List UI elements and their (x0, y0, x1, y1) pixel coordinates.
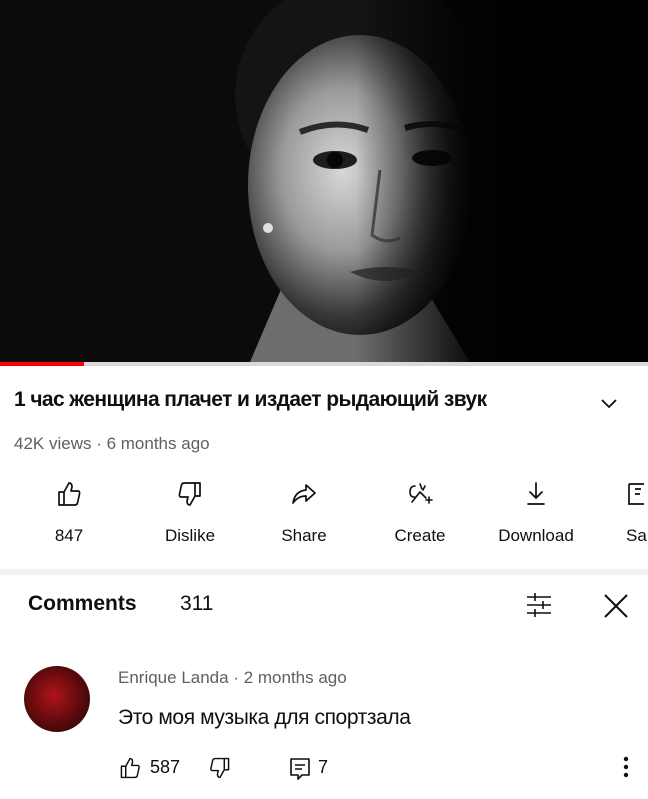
save-icon (628, 483, 644, 505)
like-count: 847 (54, 526, 84, 545)
save-button[interactable]: Sa (626, 474, 648, 554)
close-icon[interactable] (600, 590, 632, 622)
avatar[interactable] (24, 666, 90, 732)
video-title[interactable]: 1 час женщина плачет и издает рыдающий з… (14, 388, 584, 412)
create-icon (409, 483, 433, 504)
comments-count: 311 (180, 592, 214, 615)
thumbs-down-icon (178, 482, 201, 506)
comment-like-icon[interactable] (118, 756, 142, 780)
video-thumbnail (0, 0, 648, 362)
download-icon (527, 482, 545, 505)
chevron-down-icon[interactable] (598, 392, 620, 414)
dislike-button[interactable]: Dislike (150, 474, 230, 554)
comment-reply-count: 7 (318, 757, 329, 777)
share-icon (292, 484, 316, 504)
share-button[interactable]: Share (264, 474, 344, 554)
thumbs-up-icon (58, 482, 81, 506)
save-label: Sa (626, 526, 647, 545)
share-label: Share (281, 526, 327, 545)
comments-heading: Comments (28, 592, 137, 615)
video-meta: 42K views · 6 months ago (14, 434, 210, 453)
download-label: Download (498, 526, 574, 545)
reply-icon[interactable] (288, 756, 312, 780)
comment-dislike-icon[interactable] (208, 756, 232, 780)
comment-like-count: 587 (150, 757, 181, 777)
create-label: Create (394, 526, 446, 545)
comment-author-meta[interactable]: Enrique Landa · 2 months ago (118, 668, 347, 688)
section-divider (0, 569, 648, 575)
like-button[interactable]: 847 (44, 474, 94, 554)
video-progress-fill (0, 362, 85, 366)
sort-icon[interactable] (524, 590, 554, 620)
video-player[interactable] (0, 0, 648, 362)
video-progress-bar[interactable] (0, 362, 648, 366)
action-row: 847 Dislike Share Create Download Sa (0, 474, 648, 554)
comment-text: Это моя музыка для спортзала (118, 706, 411, 729)
download-button[interactable]: Download (484, 474, 588, 554)
create-button[interactable]: Create (380, 474, 460, 554)
more-vert-icon[interactable] (614, 752, 638, 782)
dislike-label: Dislike (164, 526, 216, 545)
